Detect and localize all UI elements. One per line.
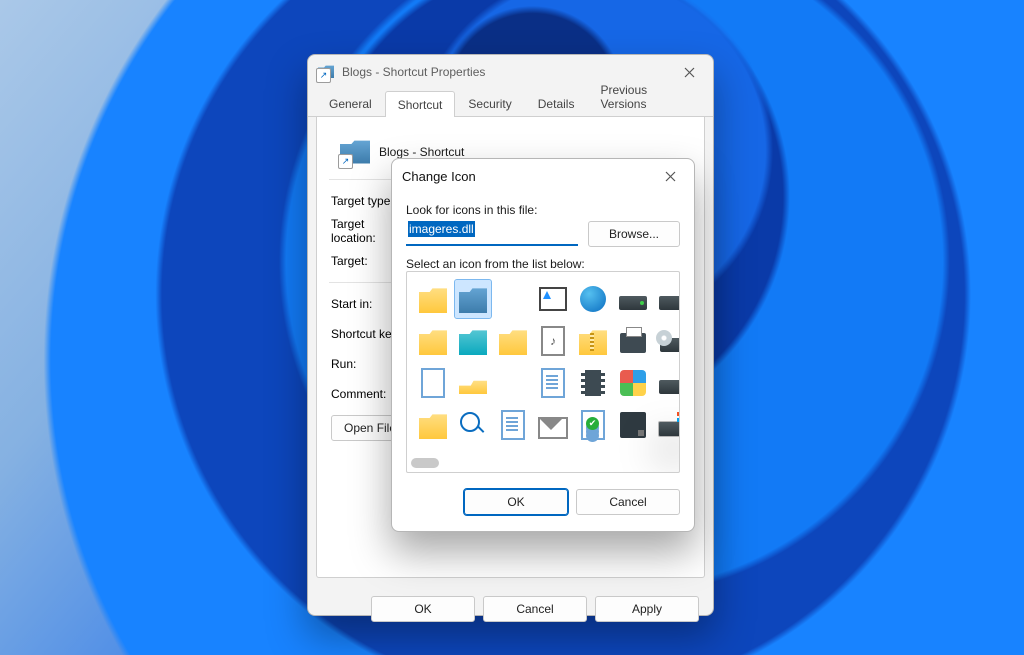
icon-path-input[interactable]: imageres.dll	[406, 222, 578, 246]
icon-option-zip-folder[interactable]	[575, 322, 611, 360]
icon-option-folder-blue[interactable]	[455, 280, 491, 318]
properties-apply-button[interactable]: Apply	[595, 596, 699, 622]
icon-option-blank[interactable]	[495, 280, 531, 318]
shortcut-arrow-icon: ↗	[316, 68, 331, 83]
icon-option-blank[interactable]	[495, 364, 531, 402]
zip-folder-icon	[579, 327, 607, 355]
properties-cancel-button[interactable]: Cancel	[483, 596, 587, 622]
mail-icon	[538, 417, 568, 439]
folder-shortcut-icon: ↗	[318, 64, 334, 80]
control-panel-icon	[620, 370, 646, 396]
icon-option-film[interactable]	[575, 364, 611, 402]
icon-list-scrollbar[interactable]	[411, 458, 439, 468]
properties-title: Blogs - Shortcut Properties	[342, 65, 485, 79]
close-icon	[665, 171, 676, 182]
folder-yellow-icon	[419, 327, 447, 355]
icon-option-drive-win[interactable]	[655, 406, 680, 444]
tab-details[interactable]: Details	[525, 90, 588, 116]
icon-path-value: imageres.dll	[408, 221, 475, 237]
icon-option-music-doc[interactable]	[535, 322, 571, 360]
cd-drive-icon	[660, 338, 680, 352]
drive-icon	[619, 296, 647, 310]
icon-option-folder-yellow[interactable]	[415, 322, 451, 360]
icon-option-doc-blank[interactable]	[415, 364, 451, 402]
drive-icon	[659, 296, 680, 310]
icon-list[interactable]	[406, 271, 680, 473]
doc-blank-icon	[421, 368, 445, 398]
icon-option-folder-cyan[interactable]	[455, 322, 491, 360]
icon-option-mail[interactable]	[535, 406, 571, 444]
change-icon-close-button[interactable]	[648, 160, 692, 192]
folder-yellow-icon	[499, 327, 527, 355]
look-for-icons-label: Look for icons in this file:	[406, 203, 680, 217]
picture-icon	[539, 287, 567, 311]
tab-shortcut[interactable]: Shortcut	[385, 91, 456, 117]
folder-yellow-icon	[419, 285, 447, 313]
shortcut-large-icon: ↗	[331, 138, 379, 167]
icon-option-drive[interactable]	[615, 280, 651, 318]
drive-win-icon	[658, 421, 680, 437]
icon-option-x-drive[interactable]	[655, 364, 680, 402]
icon-option-printer[interactable]	[615, 322, 651, 360]
icon-option-folder-yellow[interactable]	[415, 406, 451, 444]
change-icon-titlebar[interactable]: Change Icon	[392, 159, 694, 193]
icon-option-doc[interactable]	[535, 364, 571, 402]
folder-small-yellow-icon	[459, 380, 487, 394]
film-icon	[581, 370, 605, 396]
folder-blue-icon	[459, 285, 487, 313]
properties-tabs: General Shortcut Security Details Previo…	[308, 89, 713, 117]
change-icon-button-bar: OK Cancel	[392, 479, 694, 529]
shortcut-name: Blogs - Shortcut	[379, 145, 464, 159]
properties-button-bar: OK Cancel Apply	[308, 586, 713, 636]
folder-cyan-icon	[459, 327, 487, 355]
doc-check-icon	[581, 410, 605, 440]
change-icon-dialog: Change Icon Look for icons in this file:…	[391, 158, 695, 532]
x-drive-icon	[659, 380, 680, 394]
diskette-icon	[620, 412, 646, 438]
tab-general[interactable]: General	[316, 90, 385, 116]
change-icon-title: Change Icon	[402, 169, 476, 184]
icon-option-doc[interactable]	[495, 406, 531, 444]
icon-option-drive[interactable]	[655, 280, 680, 318]
shortcut-arrow-icon: ↗	[338, 154, 353, 169]
icon-option-cd-drive[interactable]	[655, 322, 680, 360]
globe-icon	[580, 286, 606, 312]
blank-icon	[499, 369, 527, 397]
change-icon-cancel-button[interactable]: Cancel	[576, 489, 680, 515]
icon-option-diskette[interactable]	[615, 406, 651, 444]
tab-security[interactable]: Security	[455, 90, 524, 116]
doc-icon	[541, 368, 565, 398]
icon-option-magnifier[interactable]	[455, 406, 491, 444]
icon-option-control-panel[interactable]	[615, 364, 651, 402]
change-icon-ok-button[interactable]: OK	[464, 489, 568, 515]
icon-option-folder-yellow[interactable]	[495, 322, 531, 360]
icon-option-folder-yellow[interactable]	[415, 280, 451, 318]
tab-previous-versions[interactable]: Previous Versions	[587, 76, 705, 116]
blank-icon	[499, 285, 527, 313]
icon-option-globe[interactable]	[575, 280, 611, 318]
doc-icon	[501, 410, 525, 440]
icon-option-picture[interactable]	[535, 280, 571, 318]
music-doc-icon	[541, 326, 565, 356]
printer-icon	[620, 333, 646, 353]
folder-yellow-icon	[419, 411, 447, 439]
select-icon-label: Select an icon from the list below:	[406, 257, 680, 271]
browse-button[interactable]: Browse...	[588, 221, 680, 247]
properties-ok-button[interactable]: OK	[371, 596, 475, 622]
magnifier-icon	[460, 412, 486, 438]
icon-option-folder-small-yellow[interactable]	[455, 364, 491, 402]
icon-option-doc-check[interactable]	[575, 406, 611, 444]
